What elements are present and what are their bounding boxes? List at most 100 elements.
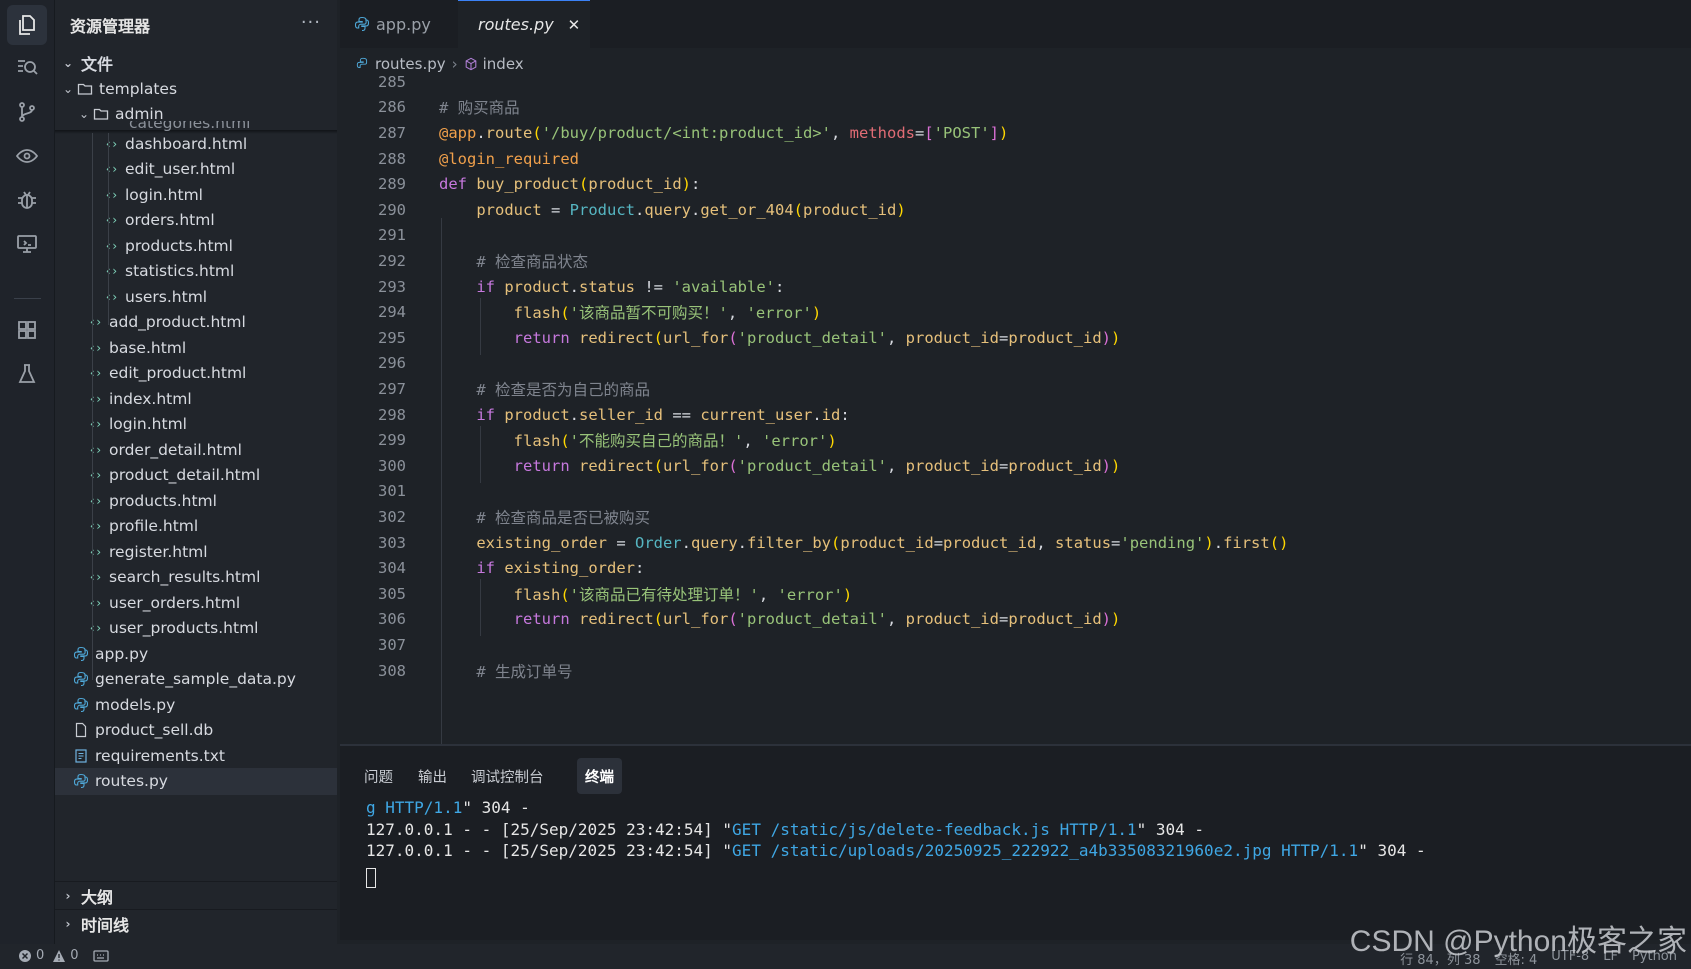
code-token: # 检查是否为自己的商品 bbox=[476, 380, 650, 399]
file-item[interactable]: ‹› orders.html bbox=[55, 207, 337, 235]
close-icon[interactable]: ✕ bbox=[568, 16, 581, 34]
file-item[interactable]: ‹› login.html bbox=[55, 411, 337, 439]
section-outline-header[interactable]: › 大纲 bbox=[55, 881, 337, 909]
html-file-icon: ‹› bbox=[88, 493, 102, 508]
source-control-icon[interactable] bbox=[7, 92, 47, 132]
file-name: login.html bbox=[125, 185, 203, 204]
activity-separator bbox=[14, 298, 41, 299]
folder-open-icon bbox=[91, 106, 111, 122]
html-file-icon: ‹› bbox=[104, 238, 118, 253]
file-item[interactable]: app.py bbox=[55, 640, 337, 668]
ports-icon[interactable] bbox=[92, 949, 109, 963]
line-number: 288 bbox=[378, 149, 406, 168]
code-line: 295 return redirect(url_for('product_det… bbox=[340, 324, 1691, 352]
panel-tab-terminal[interactable]: 终端 bbox=[577, 758, 622, 794]
code-text: # 检查商品状态 bbox=[439, 250, 588, 272]
file-item[interactable]: ‹› dashboard.html bbox=[55, 130, 337, 158]
code-editor[interactable]: 285 286 # 购买商品 287 @app.route('/buy/product/… bbox=[340, 76, 1691, 744]
chevron-down-icon: ⌄ bbox=[62, 81, 74, 96]
code-line: 299 flash('不能购买自己的商品！', 'error') bbox=[340, 426, 1691, 454]
file-name: profile.html bbox=[109, 517, 199, 536]
code-token: 'pending' bbox=[1120, 533, 1205, 552]
file-item[interactable]: routes.py bbox=[55, 767, 337, 795]
remote-explorer-icon[interactable] bbox=[7, 224, 47, 264]
file-item[interactable]: ‹› products.html bbox=[55, 487, 337, 515]
line-number: 286 bbox=[378, 98, 406, 117]
file-icon bbox=[71, 722, 91, 738]
line-number: 304 bbox=[378, 559, 406, 578]
file-item[interactable]: ‹› order_detail.html bbox=[55, 436, 337, 464]
code-line: 285 bbox=[340, 76, 1691, 96]
file-item[interactable]: generate_sample_data.py bbox=[55, 666, 337, 694]
file-name: requirements.txt bbox=[95, 746, 225, 765]
file-name: user_products.html bbox=[109, 619, 259, 638]
terminal-cursor bbox=[366, 868, 376, 888]
file-item[interactable]: ‹› edit_product.html bbox=[55, 360, 337, 388]
code-text: flash('该商品已有待处理订单！', 'error') bbox=[513, 585, 853, 604]
breadcrumb-symbol[interactable]: index bbox=[483, 55, 524, 73]
file-item[interactable]: ‹› users.html bbox=[55, 283, 337, 311]
html-file-icon: ‹› bbox=[88, 366, 102, 381]
html-file-icon: ‹› bbox=[104, 289, 118, 304]
line-number: 287 bbox=[378, 123, 406, 142]
file-item[interactable]: ‹› user_orders.html bbox=[55, 589, 337, 617]
file-item[interactable]: ‹› login.html bbox=[55, 181, 337, 209]
chevron-down-icon: ⌄ bbox=[78, 106, 90, 121]
file-item[interactable]: ‹› statistics.html bbox=[55, 258, 337, 286]
section-files-header[interactable]: ⌄ 文件 bbox=[55, 49, 337, 77]
html-file-icon: ‹› bbox=[88, 595, 102, 610]
panel-tab-output[interactable]: 输出 bbox=[410, 758, 455, 794]
line-number: 292 bbox=[378, 251, 406, 270]
testing-flask-icon[interactable] bbox=[7, 354, 47, 394]
file-item[interactable]: ‹› profile.html bbox=[55, 513, 337, 541]
file-item[interactable]: models.py bbox=[55, 691, 337, 719]
code-line: 296 bbox=[340, 350, 1691, 378]
file-item[interactable]: product_sell.db bbox=[55, 717, 337, 745]
terminal-text: 127.0.0.1 - - [25/Sep/2025 23:42:54] " bbox=[366, 819, 733, 839]
file-item[interactable]: ‹› add_product.html bbox=[55, 309, 337, 337]
more-actions-icon[interactable]: ··· bbox=[301, 12, 321, 33]
file-item[interactable]: ‹› base.html bbox=[55, 334, 337, 362]
file-item[interactable]: ‹› index.html bbox=[55, 385, 337, 413]
file-item[interactable]: ‹› register.html bbox=[55, 538, 337, 566]
panel-tab-problems[interactable]: 问题 bbox=[356, 758, 401, 794]
breadcrumb-file[interactable]: routes.py bbox=[375, 55, 446, 73]
panel-tab-debug-console[interactable]: 调试控制台 bbox=[463, 758, 552, 794]
section-timeline-header[interactable]: › 时间线 bbox=[55, 909, 337, 937]
code-line: 287 @app.route('/buy/product/<int:product… bbox=[340, 119, 1691, 147]
vscode-window: 资源管理器 ··· ⌄ 文件 ⌄ templates ⌄ admin categ… bbox=[0, 0, 1691, 969]
html-file-icon: ‹› bbox=[88, 391, 102, 406]
error-icon bbox=[19, 949, 31, 962]
file-item[interactable]: ‹› search_results.html bbox=[55, 564, 337, 592]
file-item[interactable]: requirements.txt bbox=[55, 742, 337, 770]
code-text: return redirect(url_for('product_detail'… bbox=[513, 610, 1121, 629]
tab-routes-py[interactable]: routes.py ✕ bbox=[458, 0, 590, 48]
code-token: # 检查商品状态 bbox=[476, 252, 588, 271]
code-text: # 生成订单号 bbox=[439, 660, 572, 682]
extensions-icon[interactable] bbox=[7, 310, 47, 350]
warning-count: 0 bbox=[70, 948, 79, 963]
debug-bug-icon[interactable] bbox=[7, 180, 47, 220]
html-file-icon: ‹› bbox=[104, 136, 118, 151]
tab-routes-py-label: routes.py bbox=[478, 15, 554, 34]
file-item[interactable]: ‹› user_products.html bbox=[55, 615, 337, 643]
code-text: if product.status != 'available': bbox=[476, 277, 785, 296]
code-line: 307 bbox=[340, 631, 1691, 659]
run-debug-eye-icon[interactable] bbox=[7, 136, 47, 176]
file-item[interactable]: ‹› edit_user.html bbox=[55, 156, 337, 184]
explorer-title-text: 资源管理器 bbox=[70, 17, 151, 36]
tab-app-py-label: app.py bbox=[376, 14, 431, 34]
terminal-request: GET /static/js/delete-feedback.js HTTP/1… bbox=[732, 819, 1137, 839]
tab-bar: app.py routes.py ✕ bbox=[340, 0, 1691, 48]
explorer-icon[interactable] bbox=[7, 5, 47, 45]
problems-status[interactable]: 0 0 bbox=[18, 948, 109, 963]
file-item[interactable]: ‹› product_detail.html bbox=[55, 462, 337, 490]
code-line: 292 # 检查商品状态 bbox=[340, 247, 1691, 275]
tab-app-py[interactable]: app.py bbox=[340, 0, 458, 48]
search-icon[interactable] bbox=[7, 47, 47, 87]
file-item[interactable]: ‹› products.html bbox=[55, 232, 337, 260]
code-text: product = Product.query.get_or_404(produ… bbox=[476, 200, 906, 219]
code-token: # 购买商品 bbox=[439, 99, 520, 118]
html-file-icon: ‹› bbox=[88, 442, 102, 457]
folder-templates[interactable]: ⌄ templates bbox=[55, 75, 337, 103]
